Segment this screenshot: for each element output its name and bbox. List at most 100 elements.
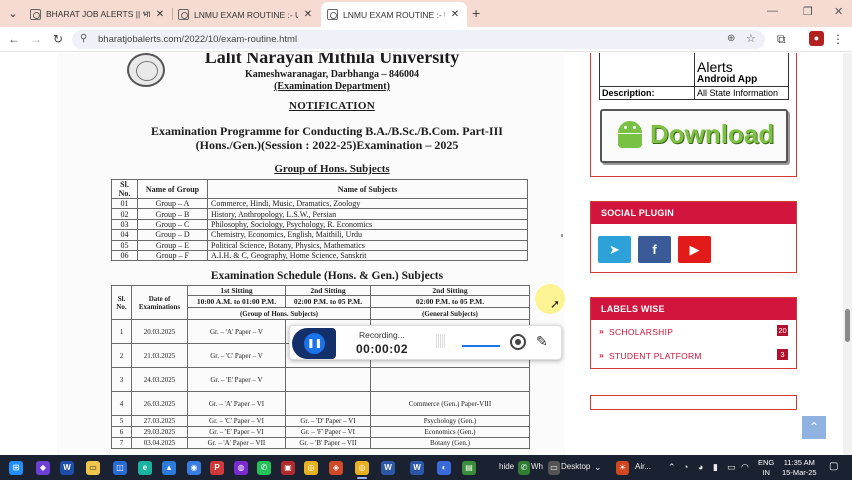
app-icon[interactable]: ▣ xyxy=(281,461,295,475)
label-text[interactable]: STUDENT PLATFORM xyxy=(609,351,702,361)
facebook-button[interactable]: f xyxy=(638,236,671,263)
menu-kebab-icon[interactable]: ⋮ xyxy=(832,32,844,46)
youtube-button[interactable]: ▶ xyxy=(678,236,711,263)
table-row: 6 29.03.2025 Gr. – 'E' Paper – VI Gr. – … xyxy=(111,426,531,438)
system-clock[interactable]: 11:35 AM 15-Mar-25 xyxy=(782,458,817,478)
back-icon[interactable]: ← xyxy=(6,32,22,46)
reload-icon[interactable]: ↻ xyxy=(50,32,66,46)
tab-lnmu-exam-routine-1[interactable]: LNMU EXAM ROUTINE :- UG S ✕ xyxy=(172,2,320,27)
taskbar-item-air-quality[interactable]: Air... xyxy=(635,462,651,471)
tray-app-icon[interactable]: ◔ xyxy=(683,462,688,472)
bookmark-star-icon[interactable]: ☆ xyxy=(746,32,756,45)
input-language[interactable]: ENG IN xyxy=(758,458,774,478)
desktop-icon[interactable]: ▭ xyxy=(548,461,560,475)
table-cell: 20.03.2025 xyxy=(131,319,188,344)
table-cell: Psychology (Gen.) xyxy=(369,415,531,427)
site-favicon-icon xyxy=(327,9,338,20)
pen-icon[interactable]: ✎ xyxy=(536,333,548,350)
restore-icon[interactable]: ❐ xyxy=(803,5,813,18)
app-icon[interactable]: ◐ xyxy=(437,461,451,475)
table-cell: Botany (Gen.) xyxy=(369,437,531,449)
site-info-icon[interactable]: ⚲ xyxy=(80,33,87,44)
scrollbar-thumb[interactable] xyxy=(845,309,850,342)
app-icon[interactable]: ▤ xyxy=(462,461,476,475)
word-icon[interactable]: W xyxy=(410,461,424,475)
chrome-icon[interactable]: ◎ xyxy=(355,461,369,475)
photos-icon[interactable]: ▲ xyxy=(162,461,176,475)
app-icon[interactable]: ◍ xyxy=(234,461,248,475)
table-cell: 27.03.2025 xyxy=(131,415,188,427)
audio-level-icon xyxy=(436,334,450,352)
site-favicon-icon xyxy=(178,9,189,20)
table-cell: Group – D xyxy=(137,229,208,241)
tab-close-icon[interactable]: ✕ xyxy=(154,9,166,20)
weather-icon[interactable]: ☀ xyxy=(616,461,629,475)
wifi-icon[interactable]: ◠ xyxy=(741,462,749,473)
tab-bharat-job-alerts[interactable]: BHARAT JOB ALERTS || भारत जॉब ✕ xyxy=(24,2,172,27)
tab-title: LNMU EXAM ROUTINE :- UG S xyxy=(194,9,298,20)
close-window-icon[interactable]: ✕ xyxy=(834,5,843,18)
label-item-student-platform[interactable]: » STUDENT PLATFORM 3 xyxy=(591,344,796,368)
app-icon[interactable]: W xyxy=(60,461,74,475)
battery-icon[interactable]: ▭ xyxy=(727,462,736,473)
recorder-pause-button[interactable]: ❚❚ xyxy=(292,328,336,359)
double-chevron-icon: » xyxy=(599,326,604,336)
browser-toolbar: ← → ↻ ⚲ bharatjobalerts.com/2022/10/exam… xyxy=(0,27,852,52)
taskbar-item-hide[interactable]: hide xyxy=(499,462,514,471)
start-windows-icon[interactable]: ⊞ xyxy=(9,461,23,475)
back-to-top-button[interactable]: ⌃ xyxy=(802,416,826,439)
chevron-icon[interactable]: ⌄ xyxy=(594,462,602,473)
tab-close-icon[interactable]: ✕ xyxy=(449,9,461,20)
file-explorer-icon[interactable]: ▭ xyxy=(86,461,100,475)
whatsapp-icon[interactable]: ✆ xyxy=(518,461,530,475)
column-header: 2nd Sitting xyxy=(369,285,531,296)
app-icon[interactable]: ◈ xyxy=(329,461,343,475)
notification-icon[interactable]: ▢ xyxy=(829,461,838,472)
widgets-icon[interactable]: ◆ xyxy=(36,461,50,475)
table-cell: Philosophy, Sociology, Psychology, R. Ec… xyxy=(207,218,528,231)
table-cell: Commerce, Hindi, Music, Dramatics, Zoolo… xyxy=(207,197,528,210)
app-icon[interactable]: ◫ xyxy=(113,461,127,475)
zoom-icon[interactable]: ⊕ xyxy=(727,33,735,44)
extensions-icon[interactable]: ⧉ xyxy=(777,32,786,47)
page-scrollbar[interactable] xyxy=(843,53,852,455)
chrome-icon[interactable]: ◎ xyxy=(304,461,318,475)
minimize-icon[interactable]: — xyxy=(767,5,778,17)
social-plugin-widget: SOCIAL PLUGIN ➤ f ▶ xyxy=(590,201,797,273)
show-hidden-icons-icon[interactable]: ⌃ xyxy=(668,462,676,473)
whatsapp-icon[interactable]: ✆ xyxy=(257,461,271,475)
new-tab-icon[interactable]: + xyxy=(472,5,480,21)
description-value: All State Information xyxy=(694,85,789,100)
app-icon[interactable]: P xyxy=(210,461,224,475)
table-row: Description: All State Information xyxy=(599,85,789,100)
taskbar-item-whatsapp[interactable]: Wh xyxy=(531,462,543,471)
profile-avatar-icon[interactable]: ● xyxy=(809,31,824,46)
volume-slider[interactable] xyxy=(462,345,500,347)
download-app-button[interactable]: Download xyxy=(600,109,788,163)
microphone-icon[interactable]: ▮ xyxy=(713,462,718,473)
table-cell: Gr. – 'A' Paper – VI xyxy=(187,391,286,416)
tab-lnmu-exam-routine-active[interactable]: LNMU EXAM ROUTINE :- UG S ✕ xyxy=(321,2,467,27)
taskbar-item-desktop[interactable]: Desktop xyxy=(561,462,590,471)
tab-title: BHARAT JOB ALERTS || भारत जॉब xyxy=(46,9,150,19)
forward-icon[interactable]: → xyxy=(28,32,44,46)
url-text[interactable]: bharatjobalerts.com/2022/10/exam-routine… xyxy=(98,34,297,45)
telegram-button[interactable]: ➤ xyxy=(598,236,631,263)
label-text[interactable]: SCHOLARSHIP xyxy=(609,327,673,337)
address-bar[interactable]: ⚲ bharatjobalerts.com/2022/10/exam-routi… xyxy=(72,30,765,49)
android-icon xyxy=(616,121,644,151)
app-icon[interactable]: ◉ xyxy=(187,461,201,475)
pause-icon: ❚❚ xyxy=(304,333,325,354)
word-icon[interactable]: W xyxy=(381,461,395,475)
tray-app-icon[interactable]: ◕ xyxy=(698,462,703,472)
edge-browser-icon[interactable]: e xyxy=(138,461,152,475)
column-header: (General Subjects) xyxy=(369,307,531,320)
label-item-scholarship[interactable]: » SCHOLARSHIP 20 xyxy=(591,320,796,344)
table-row: 05 Group – E Political Science, Botany, … xyxy=(111,239,528,251)
tab-close-icon[interactable]: ✕ xyxy=(302,9,314,20)
webcam-icon[interactable] xyxy=(510,334,526,350)
schedule-table: Sl. No. Date of Examinations 1st Sitting… xyxy=(111,285,531,449)
screen-recorder-widget: ❚❚ Recording... 00:00:02 ✎ xyxy=(289,325,562,360)
university-seal-icon xyxy=(127,53,165,87)
tab-search-dropdown-icon[interactable]: ⌄ xyxy=(6,7,20,21)
